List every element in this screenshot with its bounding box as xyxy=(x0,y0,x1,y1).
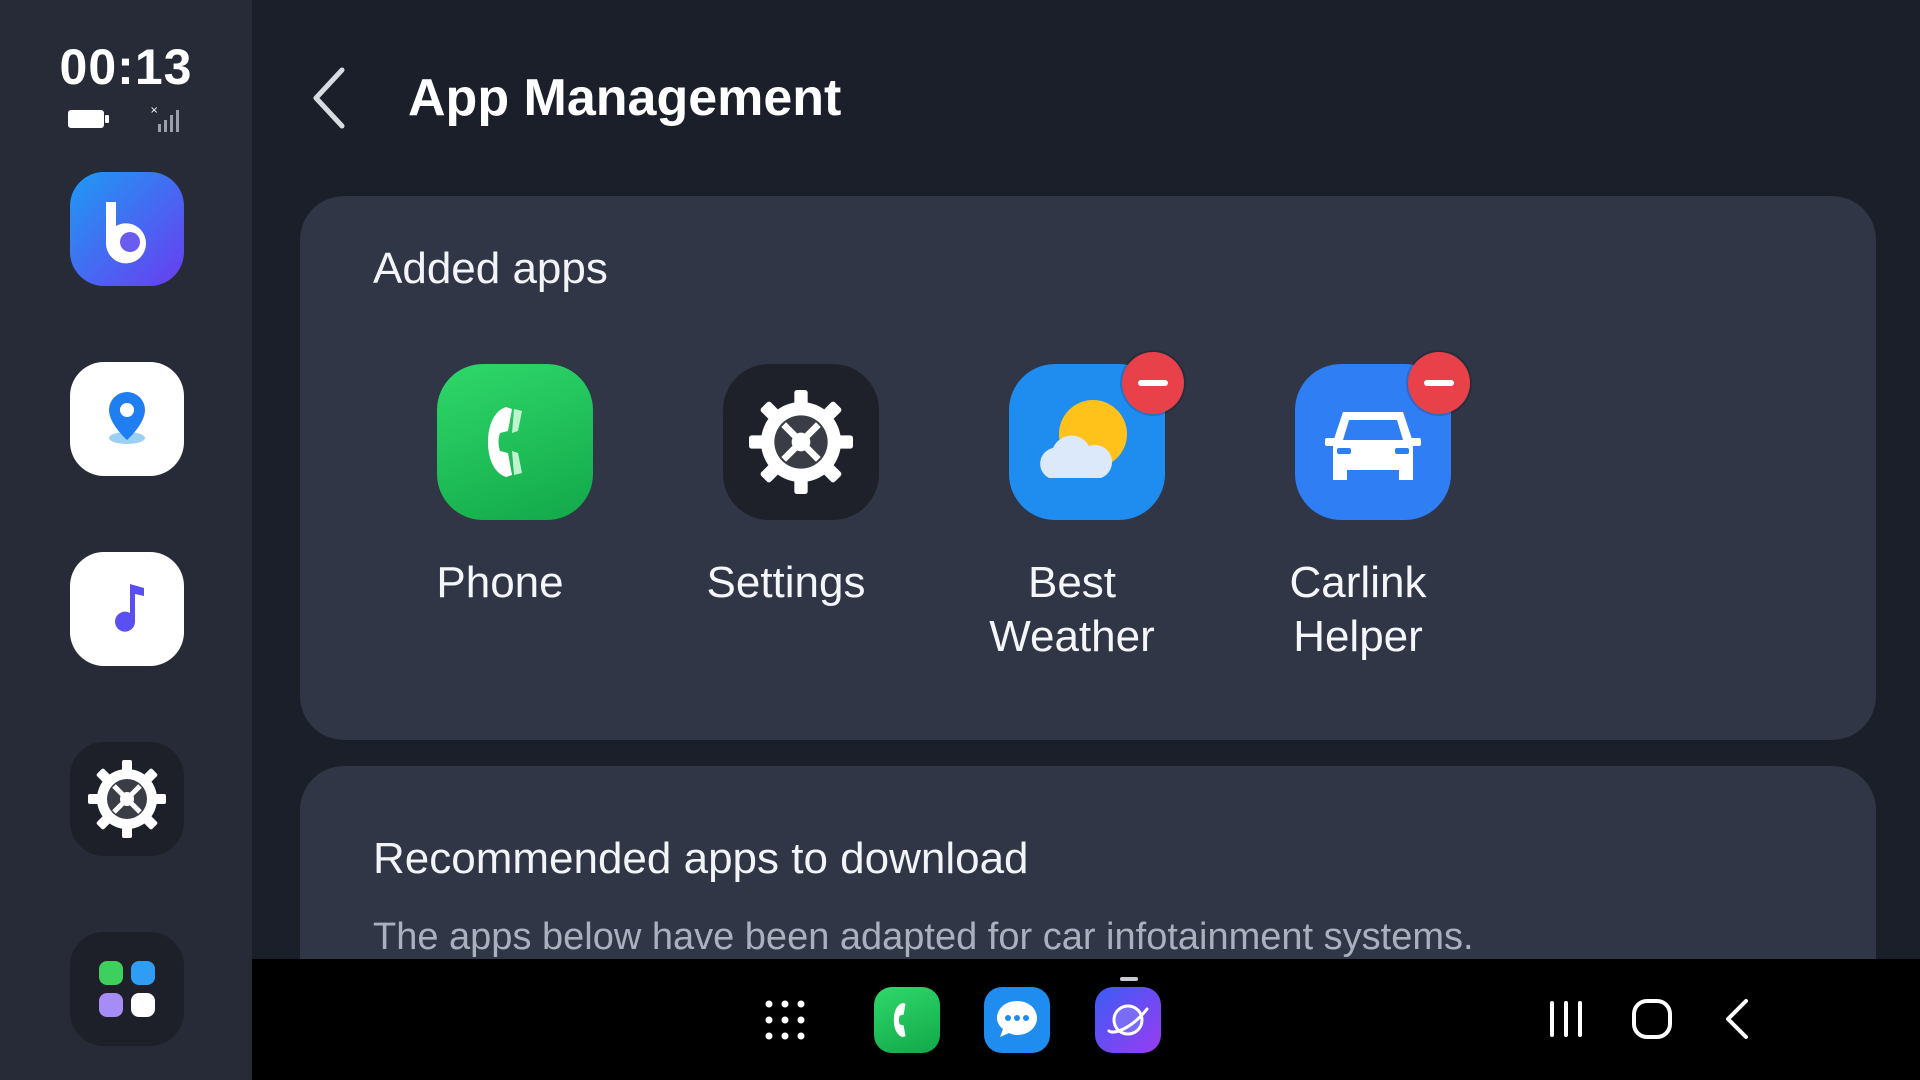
dock-phone-button[interactable] xyxy=(874,987,940,1053)
svg-text:×: × xyxy=(150,105,158,116)
settings-app[interactable] xyxy=(70,742,184,856)
app-grid-icon xyxy=(99,961,155,1017)
music-note-icon xyxy=(115,584,144,632)
no-signal-icon: × xyxy=(150,105,179,132)
battery-icon xyxy=(68,110,109,128)
phone-icon xyxy=(893,1002,906,1038)
active-indicator xyxy=(1120,977,1138,981)
app-label: Phone xyxy=(436,558,564,607)
app-drawer-button[interactable] xyxy=(752,987,818,1053)
app-tile-phone[interactable]: Phone xyxy=(380,364,620,694)
app-drawer-icon xyxy=(765,1000,805,1040)
status-indicators: × xyxy=(64,104,188,134)
gear-icon xyxy=(88,760,166,838)
phone-app-icon xyxy=(437,364,593,520)
page-title: App Management xyxy=(408,69,842,127)
added-apps-heading: Added apps xyxy=(373,244,608,293)
music-app[interactable] xyxy=(70,552,184,666)
phone-icon xyxy=(488,407,522,477)
maps-app[interactable] xyxy=(70,362,184,476)
app-tile-best-weather[interactable]: Best Weather xyxy=(952,352,1192,694)
back-icon xyxy=(1726,999,1748,1039)
dock-messages-button[interactable] xyxy=(984,987,1050,1053)
added-apps-card: Added apps Phone Settings Best Weather C… xyxy=(300,196,1876,740)
recents-icon xyxy=(1550,1001,1582,1037)
dock-browser-button[interactable] xyxy=(1095,987,1161,1053)
home-icon xyxy=(1632,999,1672,1039)
location-pin-icon xyxy=(109,392,145,444)
assistant-app[interactable] xyxy=(70,172,184,286)
recommended-description: The apps below have been adapted for car… xyxy=(373,916,1474,958)
nav-back-button[interactable] xyxy=(1708,989,1768,1049)
recommended-heading: Recommended apps to download xyxy=(373,834,1029,883)
clock: 00:13 xyxy=(59,39,193,95)
app-label: Best Weather xyxy=(989,558,1155,661)
back-arrow-icon[interactable] xyxy=(300,60,360,136)
sidebar: 00:13 × xyxy=(0,0,252,1080)
app-label: Settings xyxy=(706,558,866,607)
settings-app-icon xyxy=(723,364,879,520)
recents-button[interactable] xyxy=(1536,989,1596,1049)
all-apps-button[interactable] xyxy=(70,932,184,1046)
gear-icon xyxy=(749,390,853,494)
assistant-icon xyxy=(105,202,146,264)
home-button[interactable] xyxy=(1622,989,1682,1049)
bottom-bar xyxy=(252,959,1920,1080)
internet-browser-icon xyxy=(1107,1004,1149,1036)
messages-icon xyxy=(997,1001,1037,1037)
remove-carlink-helper-button[interactable] xyxy=(1408,352,1470,414)
app-label: Carlink Helper xyxy=(1289,558,1427,661)
remove-best-weather-button[interactable] xyxy=(1122,352,1184,414)
app-tile-settings[interactable]: Settings xyxy=(666,364,906,694)
app-tile-carlink-helper[interactable]: Carlink Helper xyxy=(1238,352,1478,694)
